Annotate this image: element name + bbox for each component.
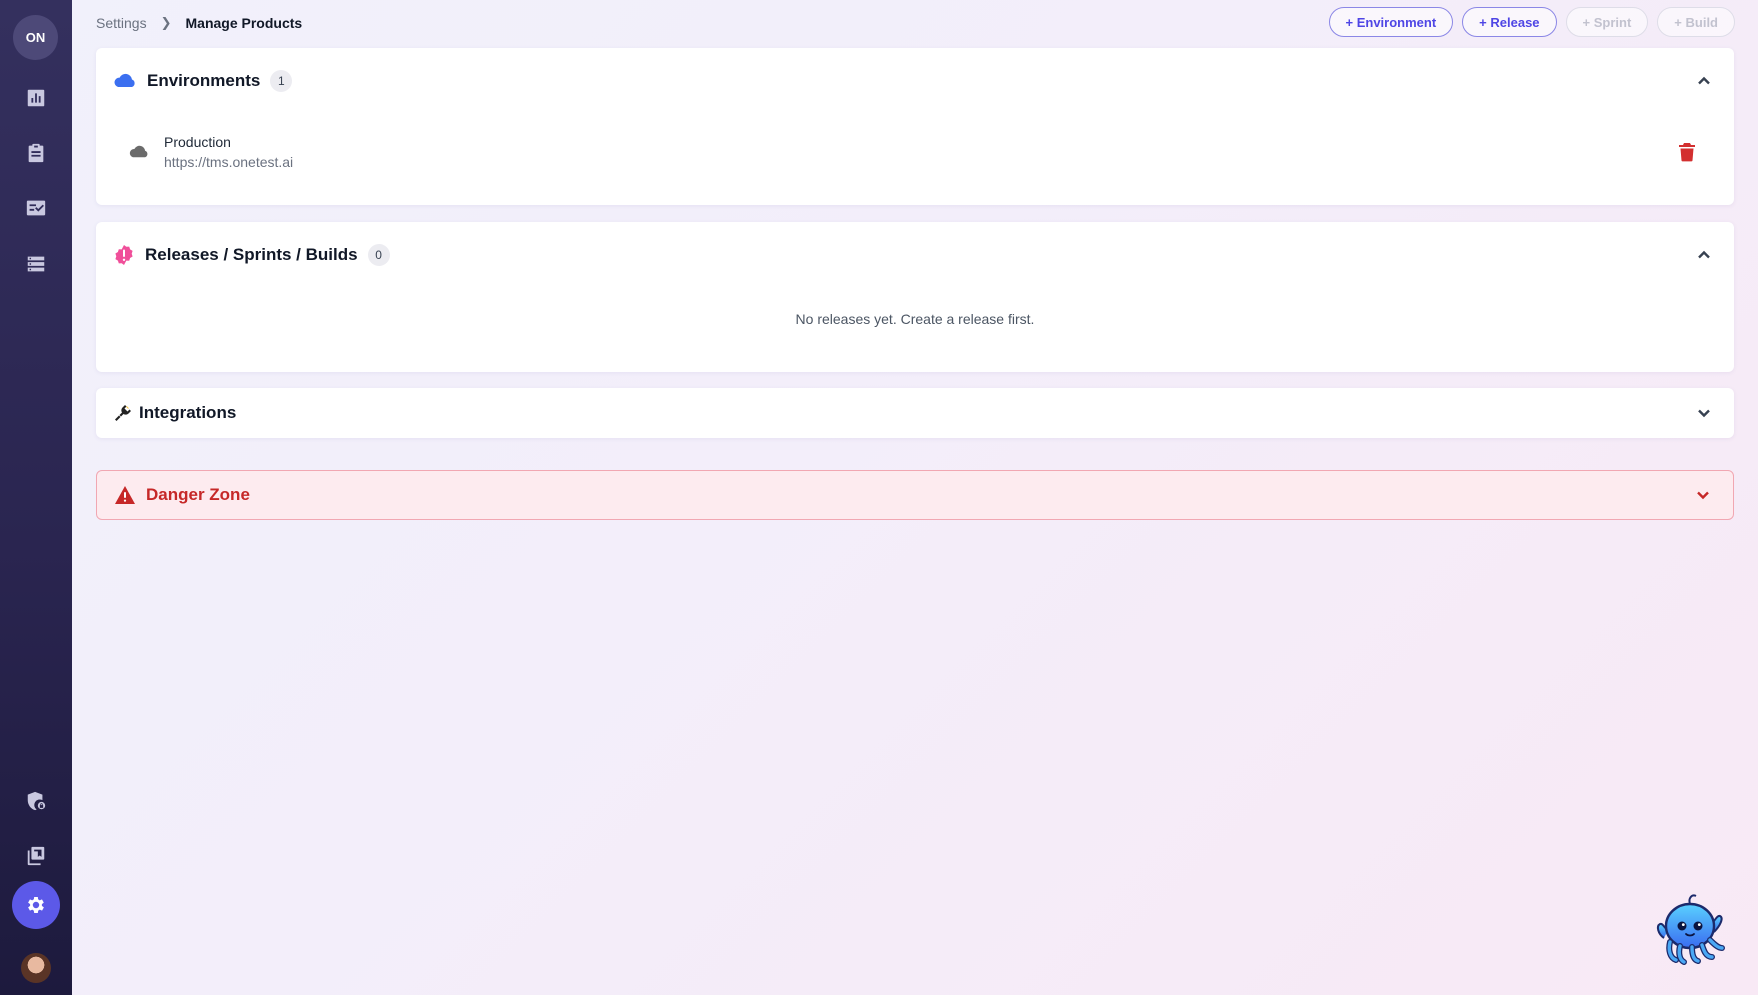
add-sprint-button[interactable]: + Sprint xyxy=(1565,7,1649,37)
integrations-card: Integrations xyxy=(96,388,1734,438)
sidebar-item-dashboard[interactable] xyxy=(18,80,54,116)
breadcrumb-settings-link[interactable]: Settings xyxy=(96,15,147,31)
releases-header[interactable]: Releases / Sprints / Builds 0 xyxy=(113,222,1734,288)
sidebar-item-test-runs[interactable] xyxy=(18,190,54,226)
workspace-avatar[interactable]: ON xyxy=(13,15,58,60)
environment-row: Production https://tms.onetest.ai xyxy=(128,132,1704,172)
integrations-header[interactable]: Integrations xyxy=(113,388,1734,438)
trash-icon[interactable] xyxy=(1678,142,1696,162)
header-actions: + Environment + Release + Sprint + Build xyxy=(1328,7,1735,37)
plug-icon xyxy=(115,405,131,421)
sidebar: ON xyxy=(0,0,72,995)
warning-icon xyxy=(115,486,135,504)
list-icon xyxy=(27,256,45,272)
environment-name: Production xyxy=(164,134,231,150)
chevron-down-icon[interactable] xyxy=(1695,487,1711,503)
user-avatar[interactable] xyxy=(21,953,51,983)
integrations-title: Integrations xyxy=(139,403,237,422)
bar-chart-icon xyxy=(27,89,45,107)
add-environment-button[interactable]: + Environment xyxy=(1328,7,1454,37)
releases-title: Releases / Sprints / Builds xyxy=(145,245,358,264)
environment-url: https://tms.onetest.ai xyxy=(164,154,294,170)
releases-card: Releases / Sprints / Builds 0 No release… xyxy=(96,222,1734,372)
assistant-mascot-icon[interactable] xyxy=(1652,892,1730,968)
cloud-icon xyxy=(114,73,135,87)
danger-zone-title: Danger Zone xyxy=(146,485,250,504)
sidebar-item-library[interactable] xyxy=(18,838,54,874)
breadcrumb: Settings ❯ Manage Products xyxy=(96,14,302,32)
environments-header[interactable]: Environments 1 xyxy=(113,48,1734,114)
chevron-up-icon[interactable] xyxy=(1696,247,1712,263)
page-title: Manage Products xyxy=(185,15,303,31)
sidebar-item-list[interactable] xyxy=(18,246,54,282)
gear-icon xyxy=(28,897,44,913)
add-release-button[interactable]: + Release xyxy=(1462,7,1557,37)
cloud-icon xyxy=(129,145,148,158)
shield-lock-icon xyxy=(27,791,46,811)
chevron-up-icon[interactable] xyxy=(1696,73,1712,89)
add-build-button[interactable]: + Build xyxy=(1657,7,1735,37)
chevron-right-icon: ❯ xyxy=(160,15,172,30)
environments-count-badge: 1 xyxy=(270,70,293,92)
danger-zone-card: Danger Zone xyxy=(96,470,1734,520)
sidebar-item-settings[interactable] xyxy=(12,881,60,929)
chevron-down-icon[interactable] xyxy=(1696,405,1712,421)
clipboard-icon xyxy=(28,143,44,163)
sidebar-item-security[interactable] xyxy=(18,783,54,819)
empty-state-message: No releases yet. Create a release first. xyxy=(795,311,1035,327)
environments-title: Environments xyxy=(147,71,261,90)
releases-count-badge: 0 xyxy=(367,244,390,266)
checklist-icon xyxy=(26,200,46,216)
sidebar-item-test-cases[interactable] xyxy=(18,135,54,171)
environments-card: Environments 1 Production https://tms.on… xyxy=(96,48,1734,205)
danger-zone-header[interactable]: Danger Zone xyxy=(114,471,1733,519)
alert-badge-icon xyxy=(115,245,133,265)
library-icon xyxy=(27,846,45,866)
